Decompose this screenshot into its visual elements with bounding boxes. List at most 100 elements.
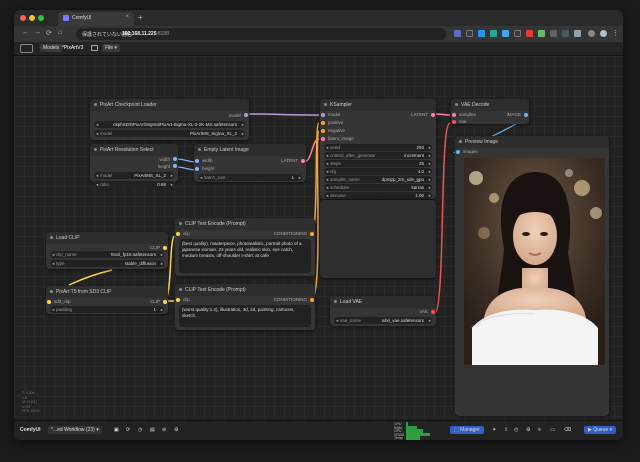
padding-widget[interactable]: ◂ padding 1 ▸ <box>50 306 164 313</box>
node-checkpoint-loader[interactable]: PixArt Checkpoint Loader model ◂ ckpt\SD… <box>90 99 249 140</box>
vae-name-widget[interactable]: ◂ vae_name sdxl_vae.safetensors ▸ <box>334 317 432 324</box>
clip-name-widget[interactable]: ◂ clip_name t5xxl_fp16.safetensors ▸ <box>50 251 164 258</box>
input-sd3-clip-port[interactable] <box>47 300 51 304</box>
steps-widget[interactable]: ◂ steps 25 ▸ <box>324 160 432 167</box>
output-image-port[interactable] <box>524 113 528 117</box>
extension-icon[interactable] <box>454 30 461 37</box>
node-load-vae[interactable]: Load VAE VAE ◂ vae_name sdxl_vae.safetenso… <box>330 296 436 326</box>
manager-button[interactable]: ⬚ Manager <box>450 426 484 434</box>
reload-icon[interactable]: ⟳ <box>46 29 52 37</box>
ratio-widget[interactable]: ◂ ratio 0.68 ▸ <box>94 181 174 188</box>
cancel-icon[interactable]: ⊘ <box>162 427 166 433</box>
browser-tab[interactable]: ComfyUI × <box>58 12 134 26</box>
output-model-port[interactable] <box>244 113 248 117</box>
cfg-widget[interactable]: ◂ cfg 4.0 ▸ <box>324 168 432 175</box>
batch-size-widget[interactable]: ◂ batch_size 1 ▸ <box>198 174 302 181</box>
tab-close-icon[interactable]: × <box>125 14 129 20</box>
share-icon[interactable]: ⇪ <box>504 427 508 433</box>
close-window-icon[interactable] <box>20 15 26 21</box>
new-tab-button[interactable]: + <box>138 13 143 22</box>
input-height-port[interactable] <box>195 167 199 171</box>
control-after-generate-widget[interactable]: ◂ control_after_generate increment ▸ <box>324 152 432 159</box>
image-icon[interactable] <box>91 45 98 51</box>
maximize-window-icon[interactable] <box>38 15 44 21</box>
extension-icon[interactable] <box>478 30 485 37</box>
output-clip-port[interactable] <box>163 246 167 250</box>
scheduler-widget[interactable]: ◂ scheduler karras ▸ <box>324 184 432 191</box>
forward-icon[interactable]: → <box>34 29 41 36</box>
extension-icon[interactable] <box>526 30 533 37</box>
node-vae-decode[interactable]: VAE Decode samples vae IMAGE <box>451 99 529 124</box>
ckpt-name-widget[interactable]: ◂ ckpt\SD3\PixArt\Sigma\PixArt-Sigma-XL-… <box>94 121 245 128</box>
minimize-window-icon[interactable] <box>29 15 35 21</box>
image-icon[interactable]: ▭ <box>550 427 555 433</box>
download-icon[interactable] <box>588 30 595 37</box>
output-conditioning-port[interactable] <box>310 298 314 302</box>
back-icon[interactable]: ← <box>22 29 29 36</box>
sampler-name-widget[interactable]: ◂ sampler_name dpmpp_2m_sde_gpu ▸ <box>324 176 432 183</box>
link-vae <box>433 122 451 315</box>
extension-icon[interactable] <box>490 30 497 37</box>
node-resolution-select[interactable]: PixArt Resolution Select width height ◂ … <box>90 144 178 188</box>
extension-icon[interactable] <box>550 30 557 37</box>
input-clip-port[interactable] <box>176 298 180 302</box>
profile-avatar[interactable] <box>600 30 607 37</box>
workflow-tab[interactable]: *...ed Workflow (23) ▾ <box>48 426 102 434</box>
input-model-port[interactable] <box>321 113 325 117</box>
output-latent-port[interactable] <box>431 113 435 117</box>
comfy-logo-icon[interactable] <box>20 44 33 53</box>
output-conditioning-port[interactable] <box>310 232 314 236</box>
refresh-icon[interactable]: ⟳ <box>126 427 130 433</box>
positive-prompt-textarea[interactable]: (best quality), masterpiece, photorealis… <box>179 239 311 273</box>
extension-icon[interactable] <box>514 30 521 37</box>
file-menu-button[interactable]: File ▾ <box>102 44 120 52</box>
input-clip-port[interactable] <box>176 232 180 236</box>
input-samples-port[interactable] <box>452 113 456 117</box>
input-images-port[interactable] <box>456 150 460 154</box>
queue-button[interactable]: ▶ Queue ▾ <box>584 426 617 434</box>
denoise-widget[interactable]: ◂ denoise 1.00 ▸ <box>324 192 432 199</box>
node-clip-text-encode-positive[interactable]: CLIP Text Encode (Prompt) clip CONDITION… <box>175 218 315 276</box>
negative-prompt-textarea[interactable]: (worst quality:1.2), illustration, 3d, 2… <box>179 305 311 327</box>
node-load-clip[interactable]: Load CLIP CLIP ◂ clip_name t5xxl_fp16.safe… <box>46 232 168 269</box>
input-positive-port[interactable] <box>321 121 325 125</box>
output-clip-port[interactable] <box>163 300 167 304</box>
extension-icon[interactable] <box>466 30 473 37</box>
node-clip-text-encode-negative[interactable]: CLIP Text Encode (Prompt) clip CONDITION… <box>175 284 315 330</box>
input-width-port[interactable] <box>195 159 199 163</box>
extension-icon[interactable] <box>502 30 509 37</box>
workflow-name[interactable]: *PixArtV3 <box>62 45 83 51</box>
node-ksampler[interactable]: KSampler model positive negative latent_… <box>320 99 436 199</box>
settings-icon[interactable]: ⚙ <box>174 427 178 433</box>
trash-icon[interactable]: ⌫ <box>564 427 571 433</box>
output-latent-port[interactable] <box>301 159 305 163</box>
layers-icon[interactable]: ≡ <box>538 427 541 433</box>
input-latent-port[interactable] <box>321 137 325 141</box>
output-vae-port[interactable] <box>431 310 435 314</box>
input-negative-port[interactable] <box>321 129 325 133</box>
output-width-port[interactable] <box>173 157 177 161</box>
clipboard-icon[interactable]: ▤ <box>150 427 155 433</box>
home-icon[interactable]: ⌂ <box>58 29 62 36</box>
extension-icon[interactable] <box>562 30 569 37</box>
models-button[interactable]: Models <box>40 44 63 52</box>
clock-icon[interactable]: ◴ <box>514 427 518 433</box>
save-icon[interactable]: ▣ <box>114 427 119 433</box>
history-icon[interactable]: ◷ <box>138 427 142 433</box>
extension-icon[interactable] <box>538 30 545 37</box>
url-input[interactable]: 保護されていない通信 192.168.11.225:8188 <box>76 28 446 40</box>
browser-menu-icon[interactable]: ⋮ <box>612 29 619 37</box>
node-empty-latent[interactable]: Empty Latent Image width height LATENT ◂… <box>194 144 306 182</box>
node-t5-from-sd3[interactable]: PixArt T5 from SD3 CLIP sd3_clip CLIP ◂ p… <box>46 286 168 314</box>
node-graph-canvas[interactable]: PixArt Checkpoint Loader model ◂ ckpt\SD… <box>14 56 623 420</box>
extension-icon[interactable] <box>574 30 581 37</box>
preview-output-image[interactable] <box>464 158 605 365</box>
clip-type-widget[interactable]: ◂ type stable_diffusion ▸ <box>50 260 164 267</box>
seed-widget[interactable]: ◂ seed 293 ▸ <box>324 144 432 151</box>
model-widget[interactable]: ◂ model PixArtMS_Sigma_XL_2 ▸ <box>94 130 245 137</box>
input-vae-port[interactable] <box>452 120 456 124</box>
resolution-model-widget[interactable]: ◂ model PixArtMS_XL_2 ▸ <box>94 172 174 179</box>
output-height-port[interactable] <box>173 164 177 168</box>
gear-icon[interactable]: ⚙ <box>526 427 530 433</box>
puzzle-icon[interactable]: ✦ <box>492 427 496 433</box>
